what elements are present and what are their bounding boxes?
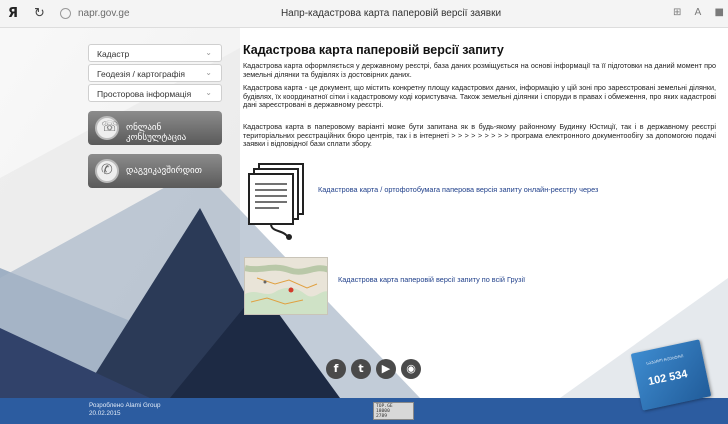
twitter-icon[interactable]: t [351,359,371,379]
footer-credits: Розроблено Alami Group 20.02.2015 [89,402,160,417]
youtube-icon[interactable]: ▶ [376,359,396,379]
online-consultation-button[interactable]: ☏ ონლაინ კონსულტაცია [88,111,222,145]
facebook-icon[interactable]: f [326,359,346,379]
select-cadastre[interactable]: Кадастр ⌄ [88,44,222,62]
address-domain[interactable]: napr.gov.ge [78,8,130,19]
browser-logo[interactable]: Я [8,6,18,21]
reader-icon[interactable]: A [695,7,702,18]
footer-developer[interactable]: Розроблено Alami Group [89,402,160,410]
button-label: ონლაინ კონსულტაცია [126,123,187,143]
select-geodesy[interactable]: Геодезія / картографія ⌄ [88,64,222,82]
reload-icon[interactable]: ↻ [34,6,45,21]
document-icon[interactable] [247,160,309,242]
page-heading: Кадастрова карта паперовій версії запиту [243,43,504,57]
footer-date: 20.02.2015 [89,409,121,417]
site-info-icon[interactable] [60,8,71,19]
browser-actions: ⊞ A ■ [663,7,724,18]
chat-icon: ☏ [95,116,119,140]
bookmark-icon[interactable]: ■ [715,7,724,18]
visitor-counter[interactable]: TOP.GE 18000 2789 [373,402,414,420]
page-title-bar: Напр-кадастрова карта паперовій версії з… [280,8,502,19]
select-label: Кадастр [97,49,130,59]
phone-icon: ✆ [95,159,119,183]
select-spatial-info[interactable]: Просторова інформація ⌄ [88,84,222,102]
paragraph-request: Кадастрова карта в паперовому варіанті м… [243,122,716,149]
map-graphic [245,258,327,314]
tabs-icon[interactable]: ⊞ [673,7,681,18]
online-request-link[interactable]: Кадастрова карта / ортофотобумага паперо… [318,185,598,194]
button-label: დაგვიკავშირდით [126,166,202,176]
georgia-map-link[interactable]: Кадастрова карта паперовій версії запиту… [338,275,525,284]
chevron-down-icon: ⌄ [205,88,212,97]
chevron-down-icon: ⌄ [205,48,212,57]
contact-us-button[interactable]: ✆ დაგვიკავშირდით [88,154,222,188]
rss-icon[interactable]: ◉ [401,359,421,379]
georgia-map-thumbnail[interactable] [244,257,328,315]
select-label: Геодезія / картографія [97,69,186,79]
chevron-down-icon: ⌄ [205,68,212,77]
counter-today: 2789 [376,414,388,419]
paragraph-intro: Кадастрова карта оформляється у державно… [243,61,716,79]
browser-toolbar: Я ↻ napr.gov.ge Напр-кадастрова карта па… [0,0,728,28]
select-label: Просторова інформація [97,89,192,99]
paragraph-definition: Кадастрова карта - це документ, що місти… [243,83,716,110]
